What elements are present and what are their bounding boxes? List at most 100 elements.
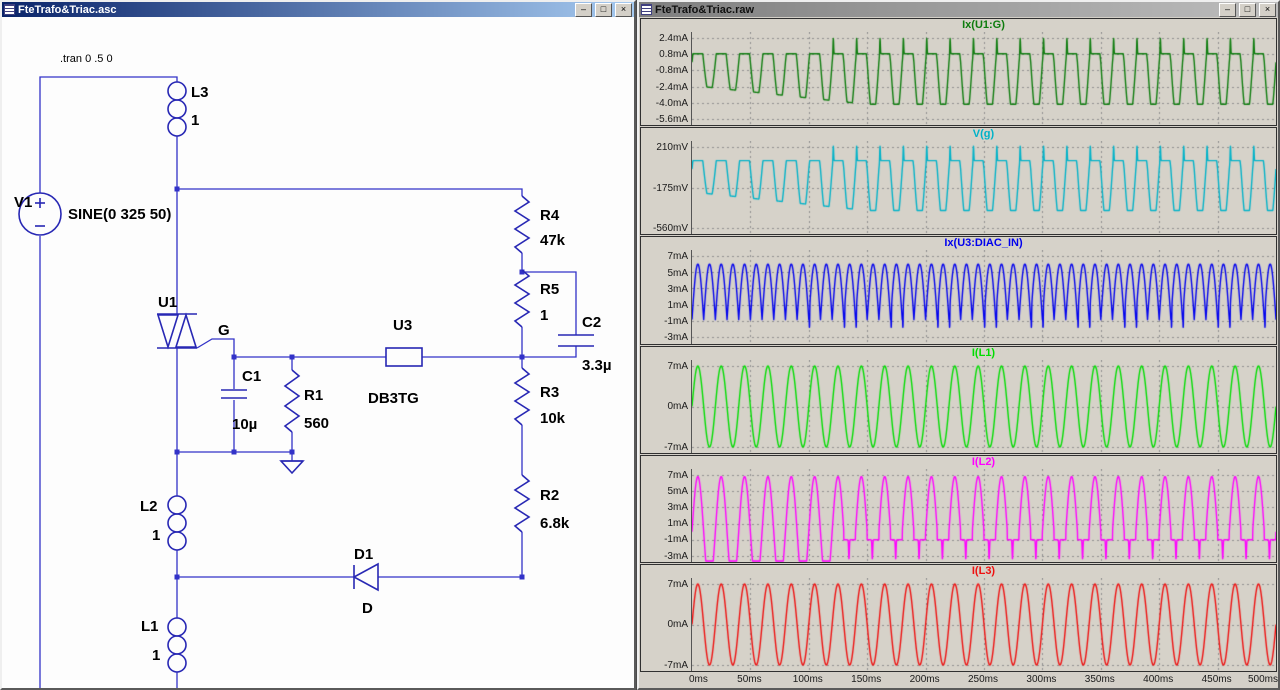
y-tick-label: 1mA [667,299,688,311]
label-l2[interactable]: L2 [140,498,158,515]
waveform-window-title: FteTrafo&Triac.raw [655,3,755,16]
waveform-window[interactable]: FteTrafo&Triac.raw – □ × Ix(U1:G) 2.4mA 0… [637,0,1280,690]
label-l3-value[interactable]: 1 [191,112,199,129]
spice-directive[interactable]: .tran 0 .5 0 [60,53,113,65]
label-r2-value[interactable]: 6.8k [540,515,570,532]
component-u1-triac[interactable] [156,312,198,350]
y-tick-label: -5.6mA [655,114,688,125]
component-l1-inductor[interactable] [167,617,187,673]
y-tick-label: 0mA [667,619,688,631]
label-u3-value[interactable]: DB3TG [368,390,419,407]
y-tick-label: -1mA [664,316,688,328]
label-r3-value[interactable]: 10k [540,410,566,427]
y-tick-label: 2.4mA [659,33,688,44]
schematic-titlebar[interactable]: FteTrafo&Triac.asc – □ × [2,2,634,17]
label-c1-value[interactable]: 10µ [232,416,257,433]
label-d1-value[interactable]: D [362,600,373,617]
component-r3-resistor[interactable] [513,367,531,426]
label-r5-value[interactable]: 1 [540,307,548,324]
label-r4[interactable]: R4 [540,207,560,224]
label-r2[interactable]: R2 [540,487,559,504]
label-v1[interactable]: V1 [14,194,32,211]
waveform-canvas[interactable] [692,359,1276,453]
y-tick-label: 7mA [667,251,688,263]
component-c1-capacitor[interactable] [221,389,247,399]
x-tick-label: 0ms [689,674,708,686]
ground-symbol[interactable] [279,460,305,475]
y-tick-label: 7mA [667,578,688,590]
label-c2[interactable]: C2 [582,314,601,331]
component-r1-resistor[interactable] [283,369,301,433]
schematic-window[interactable]: FteTrafo&Triac.asc – □ × .tran 0 .5 0 V1… [0,0,636,690]
x-tick-label: 50ms [737,674,762,686]
label-v1-value[interactable]: SINE(0 325 50) [68,206,171,223]
waveform-client[interactable]: Ix(U1:G) 2.4mA 0.8mA -0.8mA -2.4mA -4.0mA -5.… [639,17,1278,688]
maximize-button[interactable]: □ [595,2,612,17]
label-c1[interactable]: C1 [242,368,261,385]
component-l2-inductor[interactable] [167,495,187,551]
waveform-pane-ix-u1-g[interactable]: Ix(U1:G) 2.4mA 0.8mA -0.8mA -2.4mA -4.0mA -5.… [640,18,1277,127]
x-tick-label: 450ms [1201,674,1232,686]
waveform-pane-ix-u3-diac[interactable]: Ix(U3:DIAC_IN) 7mA 5mA 3mA 1mA -1mA -3mA [640,236,1277,345]
component-r2-resistor[interactable] [513,474,531,533]
y-tick-label: 7mA [667,469,688,481]
waveform-window-icon [641,4,652,15]
waveform-pane-i-l1[interactable]: I(L1) 7mA 0mA -7mA [640,345,1277,454]
component-r5-resistor[interactable] [513,269,531,328]
trace-label[interactable]: I(L3) [691,565,1276,578]
schematic-svg[interactable]: .tran 0 .5 0 V1 SINE(0 325 50) L3 1 U1 G… [2,17,634,688]
schematic-canvas[interactable]: .tran 0 .5 0 V1 SINE(0 325 50) L3 1 U1 G… [2,17,634,688]
trace-label[interactable]: I(L1) [691,347,1276,360]
label-r5[interactable]: R5 [540,281,559,298]
trace-label[interactable]: Ix(U1:G) [691,19,1276,32]
minimize-button[interactable]: – [1219,2,1236,17]
y-axis-gutter: 7mA 0mA -7mA [641,578,691,671]
component-u3-diac[interactable] [385,347,423,367]
component-c2-capacitor[interactable] [558,334,594,347]
y-tick-label: -7mA [664,659,688,671]
label-u3[interactable]: U3 [393,317,412,334]
label-l3[interactable]: L3 [191,84,209,101]
label-gate-net[interactable]: G [218,322,230,339]
label-u1[interactable]: U1 [158,294,177,311]
label-r1-value[interactable]: 560 [304,415,329,432]
y-tick-label: -560mV [652,223,688,235]
component-d1-diode[interactable] [352,562,379,592]
minimize-button[interactable]: – [575,2,592,17]
y-axis-gutter: 7mA 5mA 3mA 1mA -1mA -3mA [641,250,691,343]
y-tick-label: -3mA [664,550,688,562]
label-l1[interactable]: L1 [141,618,159,635]
waveform-canvas[interactable] [692,577,1276,671]
label-c2-value[interactable]: 3.3µ [582,357,612,374]
label-l2-value[interactable]: 1 [152,527,160,544]
schematic-wires[interactable] [39,76,577,688]
x-tick-label: 150ms [851,674,882,686]
waveform-pane-v-g[interactable]: V(g) 210mV -175mV -560mV [640,127,1277,236]
waveform-pane-i-l2[interactable]: I(L2) 7mA 5mA 3mA 1mA -1mA -3mA [640,454,1277,563]
trace-label[interactable]: I(L2) [691,456,1276,469]
label-r4-value[interactable]: 47k [540,232,566,249]
close-button[interactable]: × [615,2,632,17]
trace-label[interactable]: V(g) [691,128,1276,141]
y-tick-label: 5mA [667,485,688,497]
time-axis: 0ms 50ms 100ms 150ms 200ms 250ms 300ms 350ms 400… [689,673,1278,687]
waveform-titlebar[interactable]: FteTrafo&Triac.raw – □ × [639,2,1278,17]
label-r1[interactable]: R1 [304,387,323,404]
component-r4-resistor[interactable] [513,195,531,254]
maximize-button[interactable]: □ [1239,2,1256,17]
close-button[interactable]: × [1259,2,1276,17]
trace-label[interactable]: Ix(U3:DIAC_IN) [691,237,1276,250]
y-axis-gutter: 210mV -175mV -560mV [641,141,691,234]
waveform-canvas[interactable] [692,32,1276,125]
y-tick-label: 3mA [667,502,688,514]
label-l1-value[interactable]: 1 [152,647,160,664]
waveform-canvas[interactable] [692,250,1276,344]
label-d1[interactable]: D1 [354,546,373,563]
waveform-pane-i-l3[interactable]: I(L3) 7mA 0mA -7mA [640,563,1277,673]
component-l3-inductor[interactable] [167,81,187,137]
y-tick-label: 210mV [656,142,688,154]
waveform-canvas[interactable] [692,468,1276,562]
waveform-canvas[interactable] [692,141,1276,235]
label-r3[interactable]: R3 [540,384,559,401]
y-tick-label: -3mA [664,332,688,344]
